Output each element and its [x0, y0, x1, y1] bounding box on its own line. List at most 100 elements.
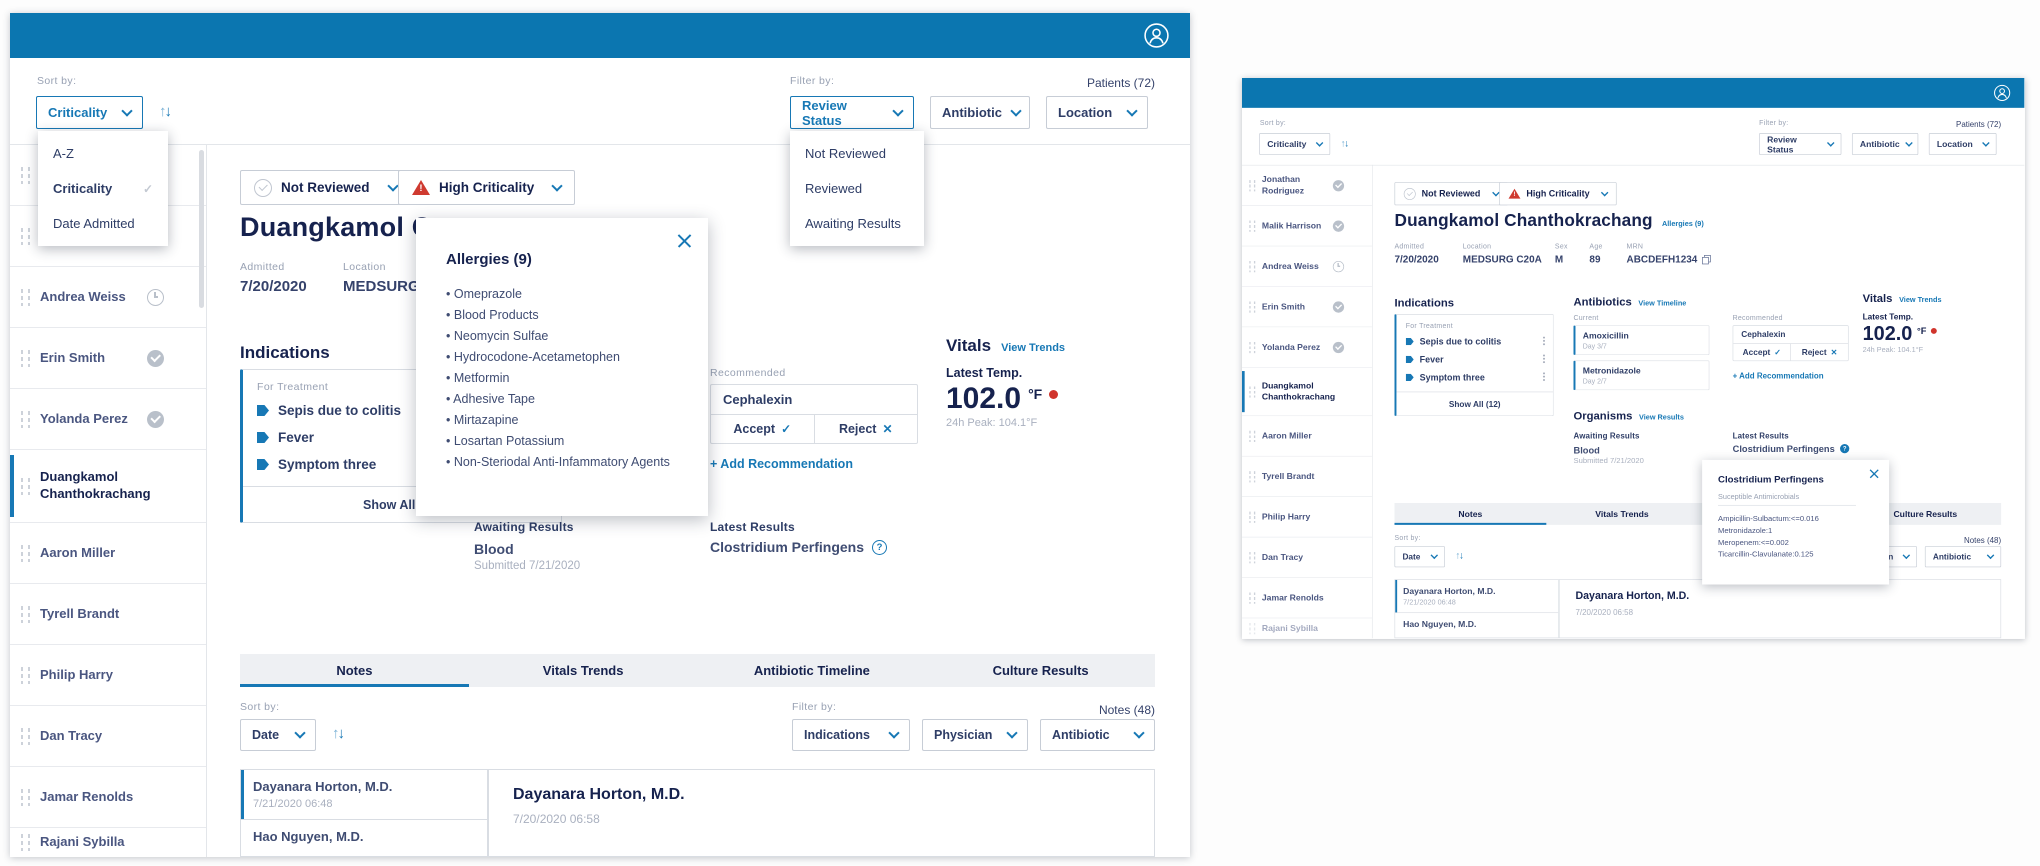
close-icon[interactable]: [677, 233, 692, 248]
sort-menu-item-az[interactable]: A-Z: [38, 136, 168, 171]
accept-button[interactable]: Accept ✓: [1733, 344, 1791, 361]
organism-info-icon[interactable]: ?: [872, 540, 887, 555]
patient-list-item[interactable]: Dan Tracy: [10, 706, 206, 767]
copy-icon[interactable]: [1702, 255, 1711, 264]
notes-sort-dropdown[interactable]: Date: [1394, 546, 1444, 567]
indication-item[interactable]: Fever: [257, 430, 314, 445]
patient-list-item[interactable]: Aaron Miller: [10, 523, 206, 584]
drag-handle-icon[interactable]: [1249, 552, 1255, 563]
patient-list-item[interactable]: Aaron Miller: [1242, 416, 1372, 456]
drag-handle-icon[interactable]: [1249, 430, 1255, 441]
indication-item[interactable]: Sepis due to colitis: [1406, 337, 1501, 347]
add-recommendation-link[interactable]: + Add Recommendation: [1733, 371, 1824, 380]
add-recommendation-link[interactable]: + Add Recommendation: [710, 457, 853, 471]
drag-handle-icon[interactable]: [1249, 592, 1255, 603]
tab-culture-results[interactable]: Culture Results: [926, 654, 1155, 687]
filter-location-dropdown[interactable]: Location: [1046, 96, 1148, 129]
patient-list-item[interactable]: Erin Smith: [1242, 287, 1372, 327]
user-avatar-icon[interactable]: [1143, 22, 1170, 49]
user-avatar-icon[interactable]: [1993, 84, 2011, 102]
patient-list-item[interactable]: Jamar Renolds: [10, 767, 206, 828]
filter-antibiotic-dropdown[interactable]: Antibiotic: [930, 96, 1030, 129]
show-all-button[interactable]: Show All (12): [1396, 392, 1552, 416]
note-list-item[interactable]: Hao Nguyen, M.D.: [241, 820, 487, 853]
drag-handle-icon[interactable]: [21, 478, 30, 495]
review-menu-item-awaiting-results[interactable]: Awaiting Results: [790, 206, 924, 241]
indication-item[interactable]: Symptom three: [257, 457, 376, 472]
reject-button[interactable]: Reject ✕: [815, 415, 918, 443]
patient-list-item[interactable]: Dan Tracy: [1242, 537, 1372, 577]
drag-handle-icon[interactable]: [1249, 511, 1255, 522]
patient-list-item-selected[interactable]: Duangkamol Chanthokrachang: [1242, 368, 1372, 416]
drag-handle-icon[interactable]: [21, 667, 30, 684]
filter-location-dropdown[interactable]: Location: [1929, 133, 1997, 155]
drag-handle-icon[interactable]: [21, 350, 30, 367]
drag-handle-icon[interactable]: [21, 289, 30, 306]
filter-antibiotic-dropdown[interactable]: Antibiotic: [1852, 133, 1918, 155]
tab-vitals-trends[interactable]: Vitals Trends: [469, 654, 698, 687]
patient-list-item[interactable]: Rajani Sybilla: [1242, 618, 1372, 638]
drag-handle-icon[interactable]: [1249, 220, 1255, 231]
notes-filter-physician[interactable]: Physician: [922, 719, 1028, 751]
notes-filter-antibiotic[interactable]: Antibiotic: [1925, 546, 2001, 567]
drag-handle-icon[interactable]: [1249, 261, 1255, 272]
patient-list-item[interactable]: Andrea Weiss: [1242, 246, 1372, 286]
tab-notes[interactable]: Notes: [240, 654, 469, 687]
drag-handle-icon[interactable]: [21, 606, 30, 623]
notes-sort-dropdown[interactable]: Date: [240, 719, 316, 751]
review-status-chip[interactable]: Not Reviewed: [240, 170, 411, 205]
note-list-item-selected[interactable]: Dayanara Horton, M.D. 7/21/2020 06:48: [1395, 580, 1558, 613]
patient-list-item[interactable]: Philip Harry: [10, 645, 206, 706]
organism-info-icon[interactable]: ?: [1840, 444, 1849, 453]
view-results-link[interactable]: View Results: [1639, 413, 1684, 421]
indication-item[interactable]: Sepis due to colitis: [257, 403, 401, 418]
filter-review-status-dropdown[interactable]: Review Status: [790, 96, 914, 129]
drag-handle-icon[interactable]: [21, 228, 30, 245]
drag-handle-icon[interactable]: [21, 834, 30, 851]
patient-list-item[interactable]: Tyrell Brandt: [1242, 457, 1372, 497]
kebab-menu-icon[interactable]: [1543, 354, 1545, 356]
accept-button[interactable]: Accept ✓: [711, 415, 815, 443]
patient-list-item[interactable]: Rajani Sybilla: [10, 828, 206, 857]
drag-handle-icon[interactable]: [1249, 623, 1255, 634]
patient-list-item[interactable]: Tyrell Brandt: [10, 584, 206, 645]
patient-list-item[interactable]: Jonathan Rodriguez: [1242, 166, 1372, 206]
allergies-link[interactable]: Allergies (9): [1662, 220, 1704, 228]
filter-review-status-dropdown[interactable]: Review Status: [1759, 133, 1841, 155]
tab-antibiotic-timeline[interactable]: Antibiotic Timeline: [698, 654, 927, 687]
patient-list-item[interactable]: Yolanda Perez: [10, 389, 206, 450]
kebab-menu-icon[interactable]: [1543, 337, 1545, 339]
close-icon[interactable]: [1869, 469, 1879, 479]
review-status-chip[interactable]: Not Reviewed: [1394, 182, 1507, 205]
tab-notes[interactable]: Notes: [1394, 503, 1546, 525]
drag-handle-icon[interactable]: [1249, 386, 1255, 397]
patient-list-item[interactable]: Erin Smith: [10, 328, 206, 389]
drag-handle-icon[interactable]: [21, 167, 30, 184]
sort-menu-item-criticality[interactable]: Criticality ✓: [38, 171, 168, 206]
patient-list-item[interactable]: Andrea Weiss: [10, 267, 206, 328]
indication-item[interactable]: Fever: [1406, 354, 1444, 364]
patient-list-item[interactable]: Yolanda Perez: [1242, 327, 1372, 367]
drag-handle-icon[interactable]: [21, 789, 30, 806]
criticality-chip[interactable]: High Criticality: [1499, 182, 1617, 205]
patient-list-item[interactable]: Malik Harrison: [1242, 206, 1372, 246]
sort-direction-toggle[interactable]: ↑↓: [1341, 138, 1348, 149]
drag-handle-icon[interactable]: [1249, 471, 1255, 482]
notes-sort-direction-toggle[interactable]: ↑↓: [1455, 550, 1462, 561]
drag-handle-icon[interactable]: [1249, 301, 1255, 312]
indication-item[interactable]: Symptom three: [1406, 372, 1485, 382]
tab-vitals-trends[interactable]: Vitals Trends: [1546, 503, 1698, 525]
patient-list-item[interactable]: Philip Harry: [1242, 497, 1372, 537]
kebab-menu-icon[interactable]: [1543, 372, 1545, 374]
drag-handle-icon[interactable]: [21, 728, 30, 745]
drag-handle-icon[interactable]: [21, 411, 30, 428]
patient-list-item[interactable]: Jamar Renolds: [1242, 578, 1372, 618]
note-list-item[interactable]: Hao Nguyen, M.D.: [1395, 613, 1558, 635]
sidebar-scrollbar[interactable]: [199, 150, 204, 308]
criticality-chip[interactable]: High Criticality: [398, 170, 575, 205]
reject-button[interactable]: Reject ✕: [1791, 344, 1848, 361]
drag-handle-icon[interactable]: [1249, 342, 1255, 353]
sort-dropdown[interactable]: Criticality: [36, 96, 143, 129]
drag-handle-icon[interactable]: [1249, 180, 1255, 191]
review-menu-item-not-reviewed[interactable]: Not Reviewed: [790, 136, 924, 171]
